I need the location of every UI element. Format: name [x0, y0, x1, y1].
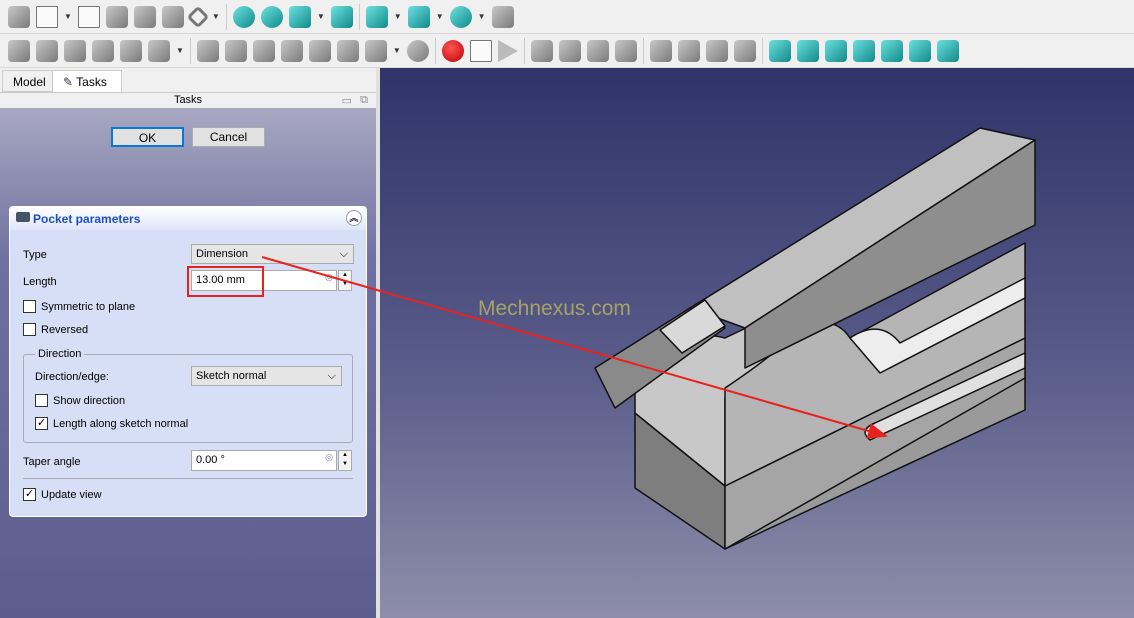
annotation-arrow: [261, 256, 888, 439]
arrow-line: [261, 256, 888, 439]
